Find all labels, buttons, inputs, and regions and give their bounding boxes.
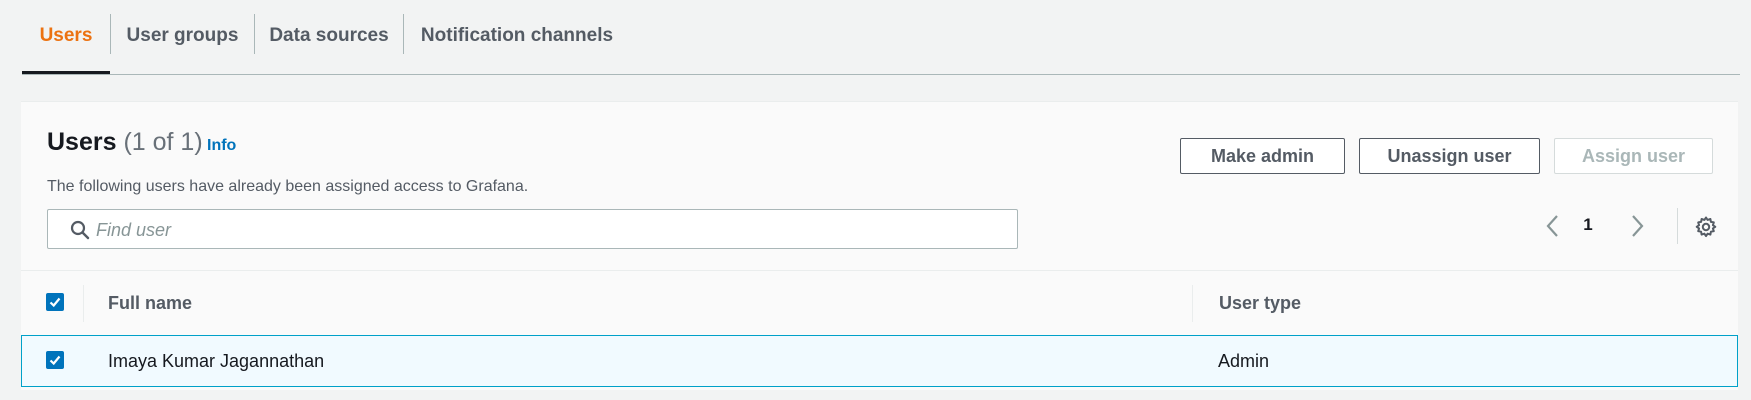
info-link[interactable]: Info: [207, 137, 236, 155]
row-checkbox[interactable]: [46, 351, 64, 369]
select-all-checkbox[interactable]: [46, 293, 64, 311]
column-divider[interactable]: [1192, 285, 1193, 322]
column-header-user-type[interactable]: User type: [1219, 293, 1301, 314]
tab-bar: Users User groups Data sources Notificat…: [22, 0, 1740, 75]
tab-users[interactable]: Users: [22, 0, 110, 74]
tab-data-sources[interactable]: Data sources: [255, 0, 403, 72]
users-panel: Users (1 of 1) Info The following users …: [21, 101, 1738, 390]
page-title: Users (1 of 1): [47, 128, 203, 157]
tab-notification-channels[interactable]: Notification channels: [404, 0, 630, 72]
user-count: (1 of 1): [123, 128, 203, 156]
table-header: Full name User type: [21, 270, 1738, 336]
checkmark-icon: [49, 355, 61, 366]
page-number[interactable]: 1: [1581, 215, 1595, 235]
column-divider: [83, 285, 84, 322]
chevron-right-icon[interactable]: [1629, 213, 1645, 244]
title-text: Users: [47, 128, 117, 156]
search-icon: [70, 220, 90, 245]
unassign-user-button[interactable]: Unassign user: [1359, 138, 1540, 174]
cell-full-name: Imaya Kumar Jagannathan: [108, 351, 325, 371]
assign-user-button[interactable]: Assign user: [1554, 138, 1713, 174]
search-input[interactable]: [94, 210, 998, 250]
column-header-full-name[interactable]: Full name: [108, 293, 192, 314]
search-box[interactable]: [47, 209, 1018, 250]
panel-description: The following users have already been as…: [47, 178, 529, 195]
gear-icon[interactable]: [1694, 215, 1718, 244]
cell-user-type: Admin: [1218, 351, 1270, 371]
chevron-left-icon[interactable]: [1545, 213, 1561, 244]
pager-divider: [1677, 208, 1678, 244]
make-admin-button[interactable]: Make admin: [1180, 138, 1345, 174]
table-row[interactable]: Imaya Kumar Jagannathan Admin: [21, 335, 1738, 387]
panel-header: Users (1 of 1) Info The following users …: [21, 102, 1738, 270]
tab-user-groups[interactable]: User groups: [111, 0, 254, 72]
checkmark-icon: [49, 297, 61, 308]
